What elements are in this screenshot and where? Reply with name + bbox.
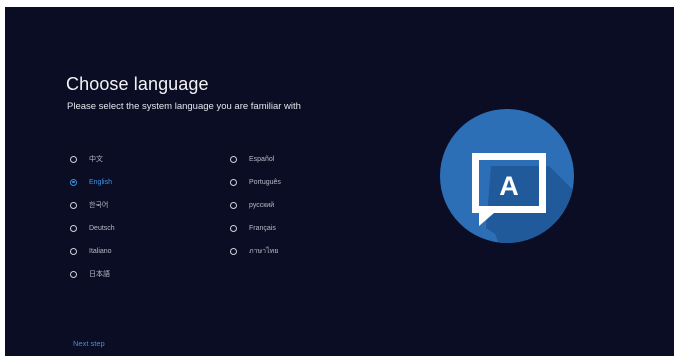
language-label: Español [249, 155, 275, 163]
language-option-korean[interactable]: 한국어 [70, 199, 108, 211]
radio-button[interactable] [70, 224, 77, 232]
logo-letter: A [499, 171, 519, 201]
language-label: русский [249, 201, 275, 209]
language-option-spanish[interactable]: Español [230, 153, 274, 165]
radio-button-checked[interactable] [70, 178, 77, 186]
radio-button[interactable] [230, 247, 237, 255]
radio-button[interactable] [70, 155, 77, 163]
language-option-thai[interactable]: ภาษาไทย [230, 245, 278, 257]
language-option-english[interactable]: English [70, 176, 112, 188]
language-option-russian[interactable]: русский [230, 199, 274, 211]
language-label: Français [249, 224, 276, 232]
language-option-german[interactable]: Deutsch [70, 222, 115, 234]
radio-button[interactable] [70, 201, 77, 209]
language-label: ภาษาไทย [249, 247, 279, 255]
language-setup-screen: Choose language Please select the system… [5, 7, 674, 356]
language-chat-icon: A [440, 109, 574, 243]
language-label: English [89, 178, 112, 186]
radio-button[interactable] [230, 155, 237, 163]
radio-button[interactable] [230, 224, 237, 232]
language-label: Português [249, 178, 281, 186]
radio-button[interactable] [70, 270, 77, 278]
page-title: Choose language [66, 74, 209, 94]
radio-button[interactable] [230, 178, 237, 186]
language-label: 한국어 [89, 202, 109, 209]
language-option-french[interactable]: Français [230, 222, 276, 234]
language-option-italian[interactable]: Italiano [70, 245, 112, 257]
language-option-portuguese[interactable]: Português [230, 176, 281, 188]
next-step-button[interactable]: Next step [73, 339, 105, 348]
language-label: 日本語 [89, 271, 110, 278]
language-option-chinese[interactable]: 中文 [70, 153, 103, 165]
radio-button[interactable] [70, 247, 77, 255]
page-subtitle: Please select the system language you ar… [67, 101, 301, 112]
language-label: Italiano [89, 247, 112, 255]
language-label: 中文 [89, 156, 103, 163]
radio-button[interactable] [230, 201, 237, 209]
language-option-japanese[interactable]: 日本語 [70, 268, 110, 280]
language-label: Deutsch [89, 224, 115, 232]
